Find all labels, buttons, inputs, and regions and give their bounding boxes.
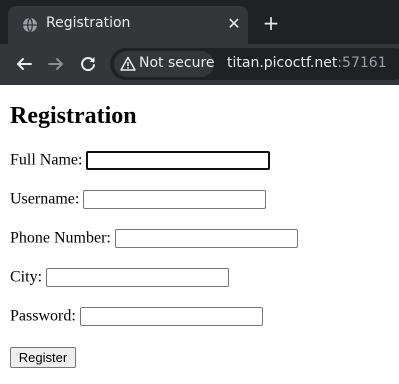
browser-chrome: Registration ✕ + Not secure titan.picoct… [0, 0, 399, 85]
globe-icon [23, 17, 37, 33]
username-row: Username: [10, 190, 267, 212]
phone-number-input[interactable] [114, 229, 298, 248]
browser-toolbar: Not secure titan.picoctf.net:57161 [0, 44, 399, 85]
phone-number-row: Phone Number: [10, 229, 298, 251]
security-indicator[interactable]: Not secure [114, 51, 215, 77]
plus-icon[interactable]: + [262, 13, 280, 33]
city-row: City: [10, 268, 230, 290]
city-label: City: [10, 268, 43, 286]
url-host: titan.picoctf.net [227, 55, 338, 71]
username-input[interactable] [83, 190, 267, 209]
full-name-input[interactable] [86, 151, 271, 170]
page-content: Registration Full Name: Username: Phone … [0, 85, 399, 384]
full-name-row: Full Name: [10, 151, 271, 173]
url-text[interactable]: titan.picoctf.net:57161 [227, 55, 387, 71]
browser-tab[interactable]: Registration ✕ [8, 6, 248, 44]
tab-title: Registration [46, 15, 131, 31]
url-port: :57161 [337, 55, 387, 71]
city-input[interactable] [46, 268, 230, 287]
username-label: Username: [10, 190, 80, 208]
phone-number-label: Phone Number: [10, 229, 111, 247]
password-label: Password: [10, 307, 76, 325]
security-label: Not secure [139, 55, 215, 71]
password-input[interactable] [79, 307, 263, 326]
reload-icon[interactable] [78, 54, 98, 74]
close-icon[interactable]: ✕ [226, 16, 242, 32]
address-bar[interactable]: Not secure titan.picoctf.net:57161 [110, 48, 399, 80]
arrow-left-icon[interactable] [14, 54, 34, 74]
warning-triangle-icon [120, 56, 136, 71]
arrow-right-icon[interactable] [46, 54, 66, 74]
page-title: Registration [10, 103, 137, 129]
full-name-label: Full Name: [10, 151, 83, 169]
register-button[interactable]: Register [10, 347, 76, 368]
password-row: Password: [10, 307, 263, 329]
